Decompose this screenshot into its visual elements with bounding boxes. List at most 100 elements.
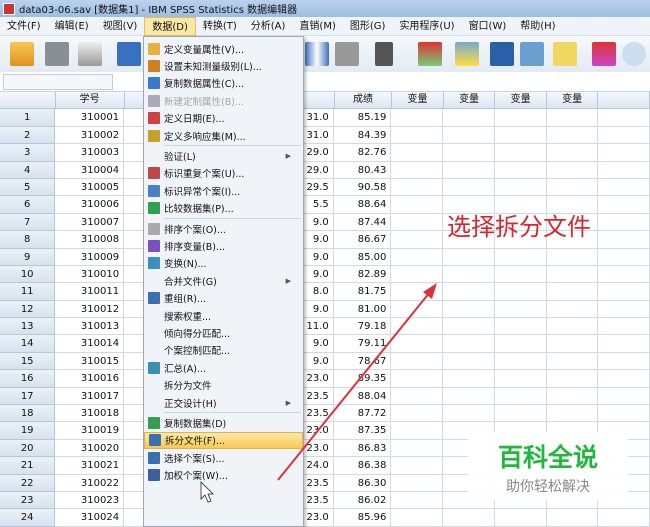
cell-empty[interactable] (546, 248, 599, 266)
row-header[interactable]: 15 (0, 352, 56, 371)
cell-empty[interactable] (546, 178, 599, 197)
cell-empty[interactable] (546, 300, 599, 319)
cell-student-id[interactable]: 310013 (55, 318, 125, 336)
row-header[interactable]: 18 (0, 405, 56, 423)
menu-item[interactable]: 拆分为文件 (144, 376, 303, 393)
cell-student-id[interactable]: 310003 (55, 144, 125, 162)
cell-score[interactable]: 87.72 (333, 405, 392, 423)
column-header[interactable] (0, 92, 56, 110)
cell-empty[interactable] (546, 283, 599, 301)
cell-empty[interactable] (391, 248, 444, 266)
cell-empty[interactable] (443, 300, 495, 319)
cell-score[interactable]: 88.04 (333, 387, 392, 406)
cell-empty[interactable] (598, 318, 650, 336)
cell-empty[interactable] (546, 318, 599, 336)
cell-empty[interactable] (494, 178, 547, 197)
cell-student-id[interactable]: 310020 (55, 439, 125, 458)
goto-icon[interactable] (335, 42, 359, 66)
cell-empty[interactable] (598, 196, 650, 214)
column-header[interactable]: 学号 (55, 92, 125, 110)
cell-empty[interactable] (391, 491, 444, 510)
cell-empty[interactable] (494, 161, 547, 179)
cell-empty[interactable] (443, 370, 495, 388)
cell-empty[interactable] (391, 474, 444, 492)
cell-score[interactable]: 90.58 (333, 178, 392, 197)
column-header[interactable]: 变量 (443, 92, 496, 110)
value-labels-icon[interactable] (592, 42, 616, 66)
cell-empty[interactable] (494, 352, 547, 371)
cell-empty[interactable] (546, 335, 599, 353)
cell-empty[interactable] (443, 161, 495, 179)
cell-student-id[interactable]: 310021 (55, 457, 125, 475)
cell-student-id[interactable]: 310009 (55, 248, 125, 266)
cell-empty[interactable] (443, 509, 495, 527)
cell-empty[interactable] (391, 109, 444, 127)
cell-empty[interactable] (598, 161, 650, 179)
cell-student-id[interactable]: 310022 (55, 474, 125, 492)
cell-empty[interactable] (598, 300, 650, 319)
cell-empty[interactable] (443, 109, 495, 127)
menu-item[interactable]: 重组(R)... (144, 289, 303, 306)
cell-empty[interactable] (391, 144, 444, 162)
cell-score[interactable]: 89.35 (333, 370, 392, 388)
row-header[interactable]: 1 (0, 109, 56, 127)
cell-empty[interactable] (494, 370, 547, 388)
menu-item[interactable]: 比较数据集(P)... (144, 200, 303, 217)
cell-empty[interactable] (546, 109, 599, 127)
menu-item[interactable]: 验证(L) ▶ (144, 147, 303, 164)
recall-dialog-icon[interactable] (117, 42, 141, 66)
column-header[interactable]: 变量 (495, 92, 547, 110)
use-sets-icon[interactable] (622, 42, 646, 66)
menu-10[interactable]: 帮助(H) (513, 17, 562, 36)
column-header[interactable]: 变量 (546, 92, 599, 110)
cell-score[interactable]: 82.76 (333, 144, 392, 162)
cell-empty[interactable] (546, 509, 599, 527)
cell-student-id[interactable]: 310004 (55, 161, 125, 179)
row-header[interactable]: 4 (0, 161, 56, 179)
cell-student-id[interactable]: 310014 (55, 335, 125, 353)
cell-empty[interactable] (546, 370, 599, 388)
row-header[interactable]: 8 (0, 231, 56, 249)
cell-empty[interactable] (391, 387, 444, 406)
menu-item[interactable]: 合并文件(G) ▶ (144, 272, 303, 289)
cell-empty[interactable] (391, 352, 444, 371)
cell-empty[interactable] (391, 126, 444, 145)
cell-empty[interactable] (391, 370, 444, 388)
row-header[interactable]: 10 (0, 265, 56, 284)
cell-score[interactable]: 82.89 (333, 265, 392, 284)
menu-item[interactable]: 新建定制属性(B)... (144, 92, 303, 109)
menu-item[interactable]: 复制数据属性(C)... (144, 75, 303, 92)
row-header[interactable]: 17 (0, 387, 56, 406)
cell-empty[interactable] (391, 178, 444, 197)
cell-empty[interactable] (391, 265, 444, 284)
cell-empty[interactable] (494, 405, 547, 423)
cell-empty[interactable] (598, 405, 650, 423)
cell-score[interactable]: 87.35 (333, 422, 392, 440)
menu-item[interactable]: 复制数据集(D) (144, 414, 303, 431)
cell-score[interactable]: 87.44 (333, 213, 392, 232)
cell-empty[interactable] (546, 126, 599, 145)
menu-item[interactable]: 排序个案(O)... (144, 220, 303, 237)
weight-cases-icon[interactable] (520, 42, 544, 66)
row-header[interactable]: 14 (0, 335, 56, 353)
menu-0[interactable]: 文件(F) (0, 17, 48, 36)
cell-empty[interactable] (494, 126, 547, 145)
cell-student-id[interactable]: 310006 (55, 196, 125, 214)
cell-empty[interactable] (494, 318, 547, 336)
menu-item[interactable]: 定义日期(E)... (144, 110, 303, 127)
cell-empty[interactable] (443, 144, 495, 162)
cell-empty[interactable] (598, 265, 650, 284)
cell-score[interactable]: 86.30 (333, 474, 392, 492)
cell-empty[interactable] (391, 422, 444, 440)
cell-empty[interactable] (598, 335, 650, 353)
cell-empty[interactable] (391, 283, 444, 301)
menu-1[interactable]: 编辑(E) (48, 17, 96, 36)
cell-empty[interactable] (391, 509, 444, 527)
menu-7[interactable]: 图形(G) (343, 17, 393, 36)
cell-score[interactable]: 85.19 (333, 109, 392, 127)
cell-score[interactable]: 81.00 (333, 300, 392, 319)
cell-student-id[interactable]: 310007 (55, 213, 125, 232)
cell-empty[interactable] (391, 405, 444, 423)
row-header[interactable]: 21 (0, 457, 56, 475)
row-header[interactable]: 22 (0, 474, 56, 492)
